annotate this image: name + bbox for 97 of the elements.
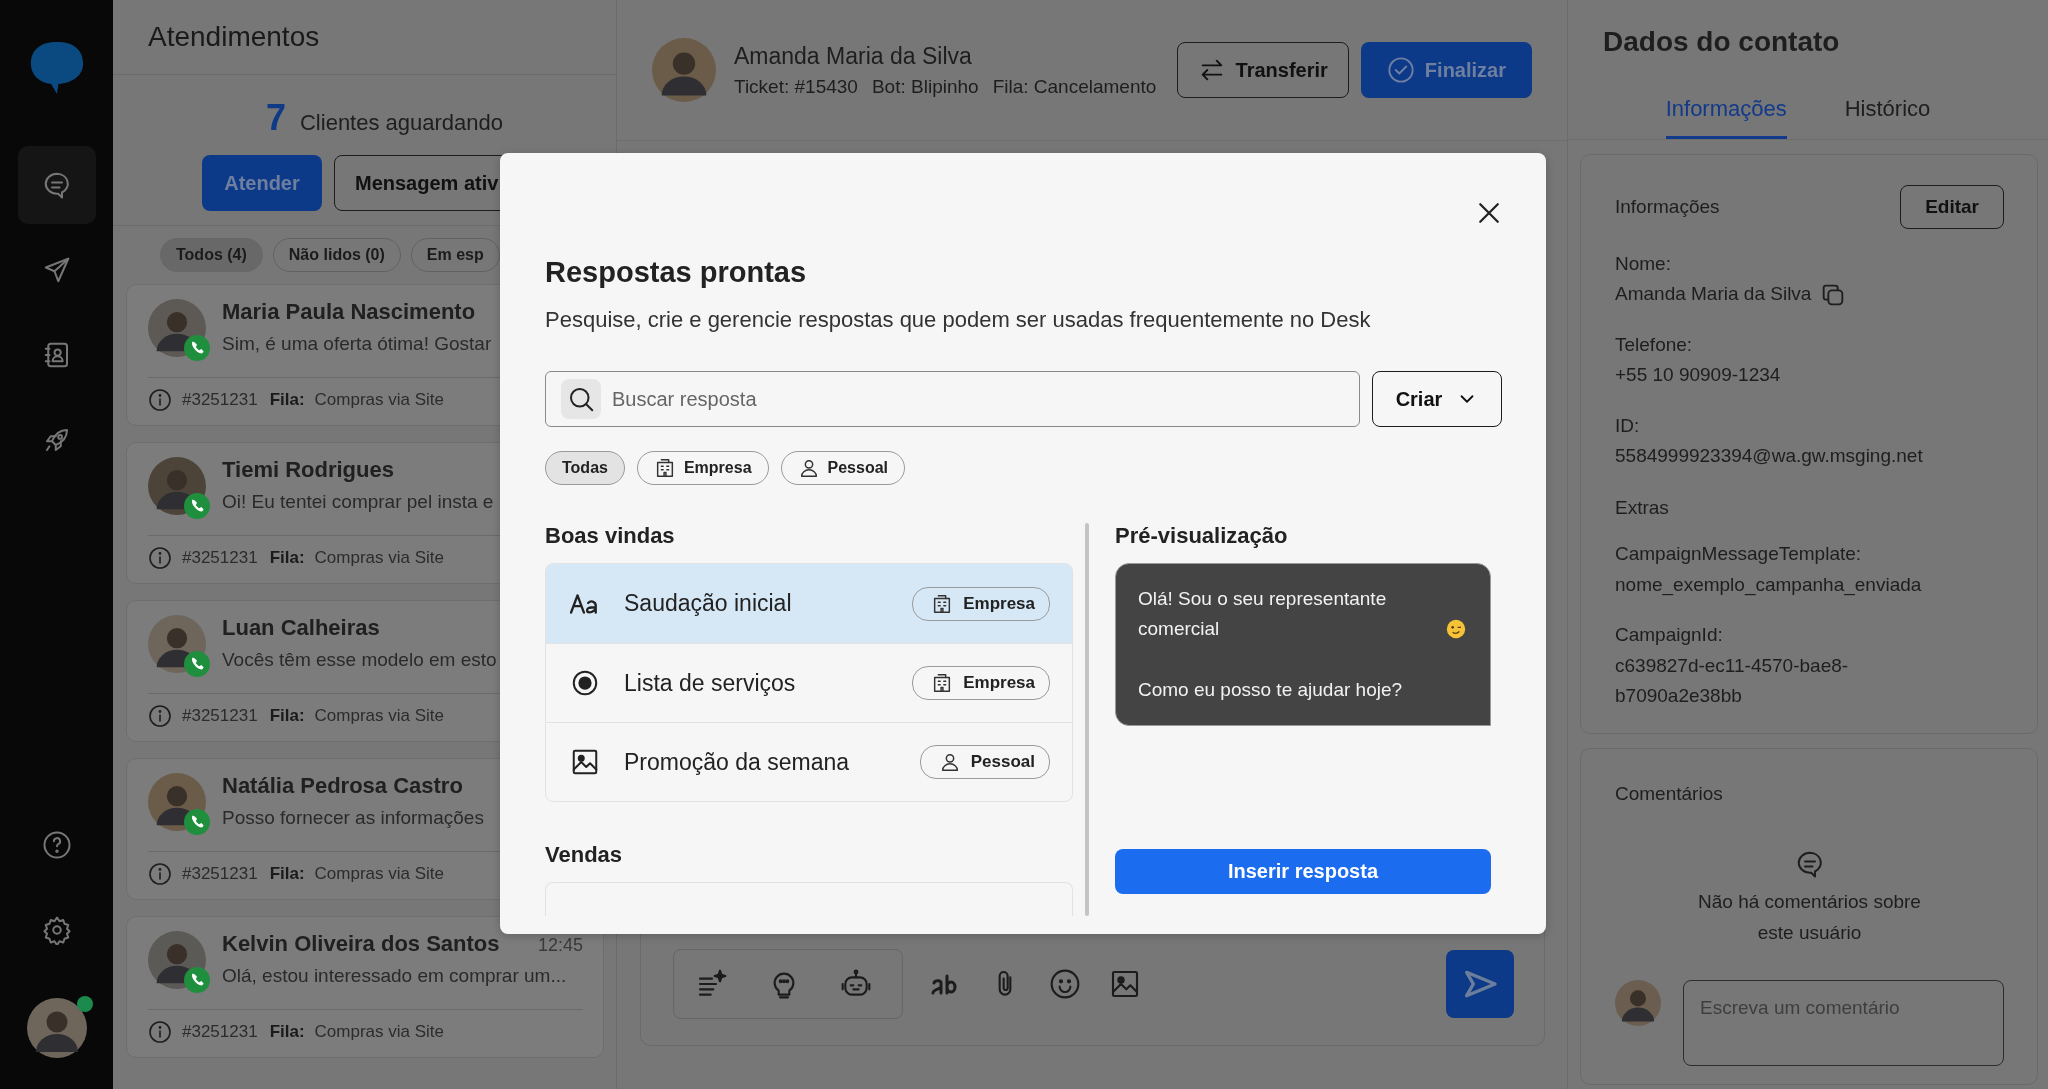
finish-button[interactable]: Finalizar [1360,42,1532,98]
queue-name: Compras via Site [314,390,445,410]
message-text: Olá! Sou o seu representante comercial [1138,587,1388,642]
conversation-card[interactable]: Kelvin Oliveira dos Santos 12:45 Olá, estou interessado em comprar um... #3251231 Fila: Compras via Site [126,916,604,1058]
panel-title: Atendimentos [148,21,320,53]
queue-label: Fila: [269,548,305,568]
ticket-number: #3251231 [182,864,258,884]
message-preview: Olá, estou interessado em comprar um... [222,965,567,987]
response-item[interactable]: Lista de serviços Empresa [546,643,1072,722]
search-field[interactable]: Buscar resposta [545,371,1360,427]
info-icon [148,704,172,728]
queue-label: Fila: [269,390,305,410]
nav-item[interactable] [17,146,96,224]
contact-name: Luan Calheiras [222,615,380,641]
message-preview: Vocês têm esse modelo em esto [222,649,497,671]
filter-chip[interactable]: Todos (4) [160,238,263,272]
owner-tag: Pessoal [919,745,1050,779]
ticket-number: #3251231 [182,1022,258,1042]
queue-label: Fila: [269,706,305,726]
queue-name: Compras via Site [314,548,445,568]
field-label: CampaignMessageTemplate: [1615,542,1863,567]
create-dropdown-button[interactable]: Criar [1372,371,1502,427]
contact-name: Amanda Maria da Silva [734,42,973,70]
response-item[interactable]: Saudação inicial Empresa [546,564,1072,643]
edit-button[interactable]: Editar [1900,185,2004,229]
message-preview: Sim, é uma oferta ótima! Gostar [222,333,492,355]
settings-icon[interactable] [41,915,72,946]
avatar [652,38,716,102]
queue-name: Compras via Site [314,706,445,726]
tab[interactable]: Informações [1665,86,1787,139]
comment-field[interactable]: Escreva um comentário [1683,980,2004,1067]
field-value: Amanda Maria da Silva [1615,282,1812,307]
tab[interactable]: Histórico [1844,86,1931,139]
queue-name: Compras via Site [314,864,445,884]
ticket-number: #3251231 [182,390,258,410]
field-value: +55 10 90909-1234 [1615,363,1781,388]
phone-badge-icon [184,809,210,835]
phone-badge-icon [184,651,210,677]
info-icon [148,546,172,570]
field-label: Telefone: [1615,332,1694,357]
waiting-count: 7 [265,97,286,139]
ticket-detail: Ticket: #15430 [734,75,858,98]
message-preview: Oi! Eu tentei comprar pel insta e [222,491,494,513]
response-item[interactable]: Promoção da semana Pessoal [546,722,1072,801]
phone-badge-icon [184,493,210,519]
message-time: 12:45 [537,935,583,956]
field-value: 5584999923394@wa.gw.msging.net [1615,443,1923,468]
insert-button[interactable]: Inserir resposta [1115,849,1491,894]
winking-face-icon [1446,618,1466,639]
phone-badge-icon [184,967,210,993]
response-title: Promoção da semana [624,748,850,776]
section-title: Comentários [1615,783,1723,806]
contact-name: Natália Pedrosa Castro [222,773,463,799]
field-label: Nome: [1615,252,1672,276]
queue-label: Fila: [269,864,305,884]
avatar [1615,980,1661,1027]
contact-name: Tiemi Rodrigues [222,457,394,483]
field-label: CampaignId: [1615,623,1724,648]
send-button[interactable] [1446,949,1514,1018]
scrollbar[interactable] [1085,523,1089,916]
radio-icon [570,668,600,698]
avatar [26,998,87,1059]
section-title: Extras [1615,497,1670,520]
info-icon [148,388,172,412]
panel-title: Dados do contato [1603,26,1841,58]
ticket-number: #3251231 [182,706,258,726]
filter-chip[interactable]: Todas [545,451,625,485]
empty-message: Não há comentários sobre este usuário [1697,890,1922,945]
contact-name: Maria Paula Nascimento [222,299,476,325]
section-title: Informações [1615,196,1720,218]
text-type-icon [570,592,600,615]
field-value: c639827d-ec11-4570-bae8-b7090a2e38bb [1615,653,1850,708]
queue-name: Compras via Site [314,1022,445,1042]
info-icon [148,862,172,886]
attend-button[interactable]: Atender [202,155,322,211]
image-icon [570,747,600,777]
transfer-button[interactable]: Transferir [1176,42,1349,98]
ticket-detail: Bot: Blipinho [871,75,979,98]
smiley-icon[interactable] [1049,967,1081,1000]
field-label: ID: [1615,413,1641,438]
waiting-label: Clientes aguardando [300,110,504,136]
response-title: Saudação inicial [624,590,793,617]
help-icon[interactable] [41,830,72,861]
info-icon [148,1020,172,1044]
check-circle-icon [1386,56,1415,84]
phone-badge-icon [184,335,210,361]
field-value: nome_exemplo_campanha_enviada [1615,572,1923,598]
ticket-detail: Fila: Cancelamento [992,75,1157,98]
owner-tag: Empresa [912,666,1050,700]
contact-name: Kelvin Oliveira dos Santos [222,931,500,957]
message-preview: Posso fornecer as informações [222,807,484,829]
response-title: Lista de serviços [624,669,797,697]
message-text: Como eu posso te ajudar hoje? [1138,677,1403,702]
section-title: Pré-visualização [1115,523,1289,549]
owner-tag: Empresa [912,586,1050,621]
queue-label: Fila: [269,1022,305,1042]
ticket-number: #3251231 [182,548,258,568]
